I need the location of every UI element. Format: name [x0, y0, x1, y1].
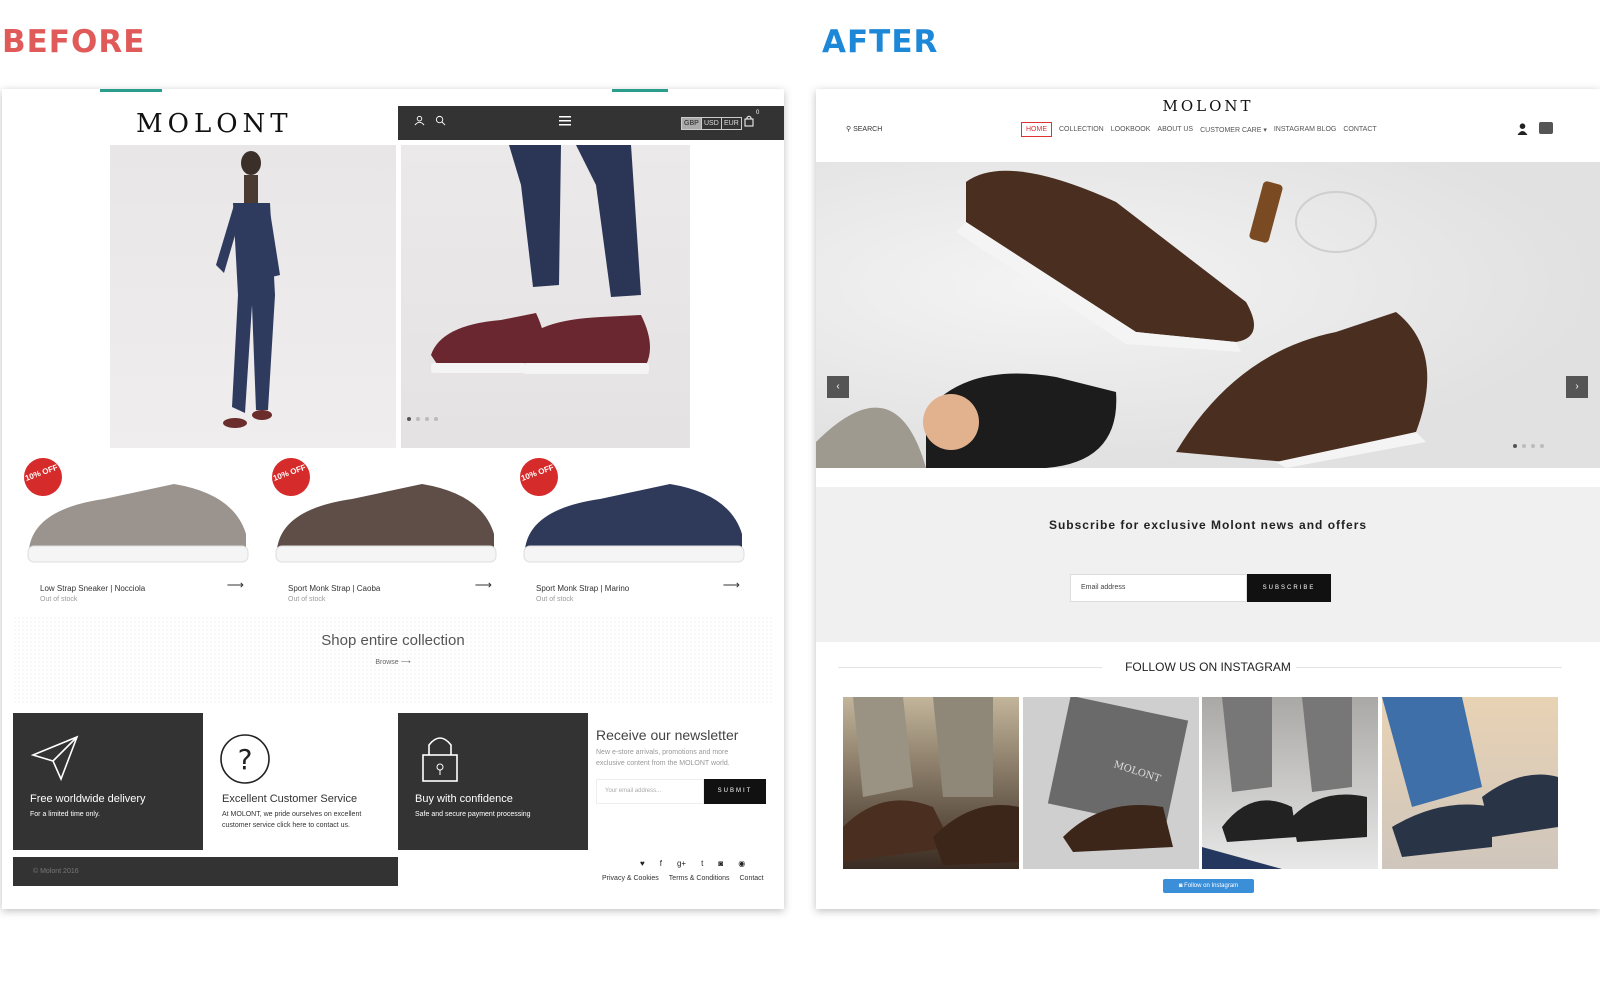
google-plus-icon[interactable]: g+ — [677, 859, 686, 868]
carousel-dots[interactable] — [407, 417, 438, 421]
hero-image-model — [110, 145, 396, 448]
cart-count: 0 — [756, 110, 760, 116]
currency-eur[interactable]: EUR — [721, 117, 742, 130]
tumblr-icon[interactable]: t — [701, 859, 703, 868]
product-name[interactable]: Low Strap Sneaker | Nocciola — [40, 584, 145, 593]
account-icon[interactable] — [1517, 123, 1528, 138]
newsletter-submit-button[interactable]: SUBMIT — [704, 779, 766, 804]
currency-usd[interactable]: USD — [701, 117, 722, 130]
hero-image-loafers — [401, 145, 690, 448]
feature-title: Buy with confidence — [415, 793, 513, 805]
feature-delivery: Free worldwide delivery For a limited ti… — [13, 713, 203, 850]
nav-customer-care[interactable]: CUSTOMER CARE ▾ — [1200, 126, 1267, 134]
newsletter-email-input[interactable]: Your email address... — [596, 779, 704, 804]
top-accent-line — [612, 89, 668, 92]
subscribe-button[interactable]: SUBSCRIBE — [1247, 574, 1331, 602]
lock-icon — [422, 737, 458, 782]
shop-collection-title[interactable]: Shop entire collection — [13, 632, 773, 649]
footer-link-contact[interactable]: Contact — [740, 875, 764, 882]
newsletter-title: Receive our newsletter — [596, 727, 739, 743]
menu-icon[interactable] — [559, 114, 571, 129]
footer-bar: © Molont 2016 — [13, 857, 398, 886]
nav-about-us[interactable]: ABOUT US — [1157, 126, 1193, 133]
nav-instagram-blog[interactable]: INSTAGRAM BLOG — [1274, 126, 1337, 133]
newsletter-desc: New e-store arrivals, promotions and mor… — [596, 749, 730, 767]
footer-link-privacy[interactable]: Privacy & Cookies — [602, 875, 659, 882]
nav-home[interactable]: HOME — [1021, 122, 1052, 137]
after-screenshot: MOLONT ⚲ SEARCH HOME COLLECTION LOOKBOOK… — [816, 89, 1600, 909]
product-name[interactable]: Sport Monk Strap | Marino — [536, 584, 629, 593]
after-heading: AFTER — [822, 24, 939, 60]
cart-icon[interactable] — [1539, 122, 1553, 134]
feature-title: Free worldwide delivery — [30, 793, 146, 805]
before-screenshot: MOLONT GBP USD EUR 0 10% OFF Low Strap S… — [2, 89, 784, 909]
logo[interactable]: MOLONT — [136, 109, 293, 139]
instagram-post[interactable]: MOLONT — [1023, 695, 1199, 869]
feature-title: Excellent Customer Service — [222, 793, 358, 805]
twitter-icon[interactable]: ♥ — [640, 859, 645, 868]
logo[interactable]: MOLONT — [816, 97, 1600, 115]
hero-slider: ‹ › — [816, 162, 1600, 468]
hero-image-shoes — [816, 170, 1428, 468]
svg-text:?: ? — [238, 743, 253, 776]
search-icon[interactable] — [435, 114, 446, 129]
product-name[interactable]: Sport Monk Strap | Caoba — [288, 584, 380, 593]
instagram-post[interactable] — [1202, 697, 1378, 869]
search-label: SEARCH — [853, 126, 883, 133]
stock-status: Out of stock — [40, 596, 78, 603]
browse-link[interactable]: Browse ⟶ — [13, 658, 773, 666]
user-icon[interactable] — [414, 114, 425, 129]
cart-icon[interactable] — [744, 115, 754, 130]
instagram-post[interactable] — [1382, 697, 1558, 869]
subscribe-heading: Subscribe for exclusive Molont news and … — [1048, 518, 1368, 532]
slider-dots[interactable] — [1513, 444, 1544, 448]
feature-desc[interactable]: At MOLONT, we pride ourselves on excelle… — [222, 809, 382, 831]
feature-customer-service[interactable]: ? Excellent Customer Service At MOLONT, … — [205, 713, 395, 850]
search-link[interactable]: ⚲ SEARCH — [846, 125, 882, 133]
feature-desc: Safe and secure payment processing — [415, 811, 531, 818]
stock-status: Out of stock — [536, 596, 574, 603]
subscribe-email-input[interactable]: Email address — [1070, 574, 1247, 602]
arrow-right-icon[interactable]: ⟶ — [475, 578, 492, 592]
product-card[interactable]: 10% OFF Low Strap Sneaker | Nocciola Out… — [14, 452, 254, 614]
follow-instagram-label: Follow on Instagram — [1184, 883, 1239, 889]
social-links: ♥ f g+ t ◙ ◉ — [640, 859, 745, 868]
slider-next-button[interactable]: › — [1566, 376, 1588, 398]
subscribe-section: Subscribe for exclusive Molont news and … — [816, 487, 1600, 642]
product-card[interactable]: 10% OFF Sport Monk Strap | Marino Out of… — [510, 452, 750, 614]
nav-contact[interactable]: CONTACT — [1343, 126, 1376, 133]
header-toolbar: GBP USD EUR 0 — [398, 106, 784, 140]
instagram-post[interactable] — [843, 697, 1019, 869]
top-accent-line — [100, 89, 162, 92]
paper-plane-icon — [31, 735, 79, 782]
facebook-icon[interactable]: f — [660, 859, 662, 868]
before-heading: BEFORE — [2, 24, 146, 60]
arrow-right-icon[interactable]: ⟶ — [227, 578, 244, 592]
stock-status: Out of stock — [288, 596, 326, 603]
footer-links: Privacy & Cookies Terms & Conditions Con… — [602, 875, 764, 882]
copyright: © Molont 2016 — [33, 868, 79, 875]
nav-lookbook[interactable]: LOOKBOOK — [1111, 126, 1151, 133]
slider-prev-button[interactable]: ‹ — [827, 376, 849, 398]
search-icon: ⚲ — [846, 126, 852, 133]
instagram-title: FOLLOW US ON INSTAGRAM — [1125, 660, 1291, 674]
currency-gbp[interactable]: GBP — [681, 117, 702, 130]
arrow-right-icon[interactable]: ⟶ — [723, 578, 740, 592]
question-icon: ? — [220, 734, 270, 784]
footer-link-terms[interactable]: Terms & Conditions — [669, 875, 730, 882]
main-nav: HOME COLLECTION LOOKBOOK ABOUT US CUSTOM… — [1021, 122, 1377, 137]
instagram-icon[interactable]: ◙ — [718, 859, 723, 868]
feature-desc: For a limited time only. — [30, 811, 100, 818]
product-card[interactable]: 10% OFF Sport Monk Strap | Caoba Out of … — [262, 452, 502, 614]
follow-instagram-button[interactable]: ◙ Follow on Instagram — [1163, 879, 1254, 893]
feature-secure: Buy with confidence Safe and secure paym… — [398, 713, 588, 850]
shop-collection-banner[interactable]: Shop entire collection Browse ⟶ — [13, 616, 773, 703]
nav-collection[interactable]: COLLECTION — [1059, 126, 1104, 133]
pinterest-icon[interactable]: ◉ — [738, 859, 745, 868]
